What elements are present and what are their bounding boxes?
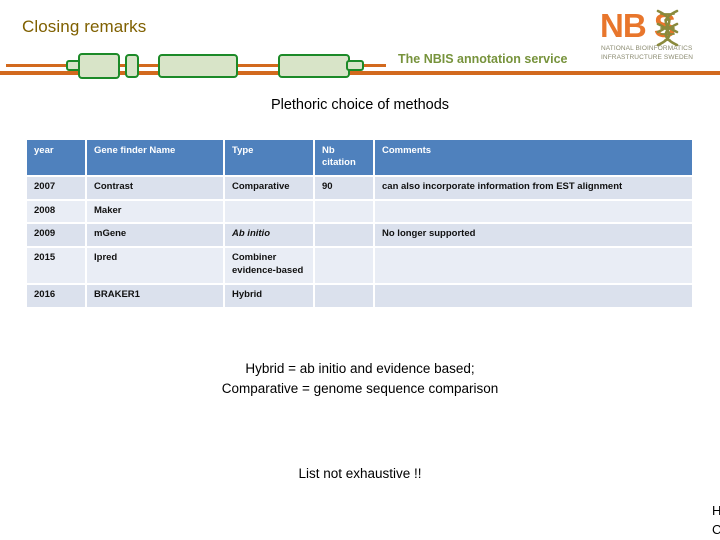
gene-model-exon-3 <box>158 54 238 78</box>
table-row: 2008 Maker <box>27 200 692 223</box>
cell-comments: can also incorporate information from ES… <box>375 176 692 199</box>
cell-nb-citation <box>315 248 373 283</box>
gene-model-exon-2 <box>125 54 139 78</box>
cell-type: Comparative <box>225 176 313 199</box>
clipped-corner-text: H C <box>712 502 720 540</box>
nbis-tagline: NATIONAL BIOINFORMATICS INFRASTRUCTURE S… <box>601 45 693 62</box>
cell-comments <box>375 284 692 307</box>
cell-type: Combiner evidence-based <box>225 248 313 283</box>
cell-type: Hybrid <box>225 284 313 307</box>
cell-comments: No longer supported <box>375 224 692 247</box>
gene-finder-methods-table: year Gene finder Name Type Nb citation C… <box>25 138 694 309</box>
cell-nb-citation <box>315 200 373 223</box>
column-header-gene-finder: Gene finder Name <box>87 140 223 175</box>
cell-comments <box>375 200 692 223</box>
nbis-logo: NB S NATIONAL BIOINFORMATICS INFRASTRUCT… <box>600 8 716 68</box>
legend-note: Hybrid = ab initio and evidence based; C… <box>0 359 720 398</box>
clipped-corner-line1: H <box>712 503 720 518</box>
gene-model-exon-1 <box>78 53 120 79</box>
cell-nb-citation <box>315 284 373 307</box>
gene-model-utr-right <box>346 60 364 71</box>
cell-year: 2015 <box>27 248 85 283</box>
list-not-exhaustive-note: List not exhaustive !! <box>298 466 422 481</box>
cell-year: 2008 <box>27 200 85 223</box>
cell-comments <box>375 248 692 283</box>
table-header: year Gene finder Name Type Nb citation C… <box>27 140 692 175</box>
cell-year: 2007 <box>27 176 85 199</box>
legend-note-line1: Hybrid = ab initio and evidence based; <box>245 361 475 376</box>
gene-model-exon-4 <box>278 54 350 78</box>
cell-gene-finder-name: Maker <box>87 200 223 223</box>
column-header-year: year <box>27 140 85 175</box>
dna-helix-icon <box>656 9 679 47</box>
cell-gene-finder-name: mGene <box>87 224 223 247</box>
header-subtitle: The NBIS annotation service <box>398 52 568 66</box>
column-header-type: Type <box>225 140 313 175</box>
cell-nb-citation: 90 <box>315 176 373 199</box>
cell-type <box>225 200 313 223</box>
table-row: 2016 BRAKER1 Hybrid <box>27 284 692 307</box>
cell-type: Ab initio <box>225 224 313 247</box>
legend-note-line2: Comparative = genome sequence comparison <box>221 380 499 396</box>
clipped-corner-line2: C <box>712 521 720 537</box>
section-heading: Plethoric choice of methods <box>270 97 450 113</box>
page-title: Closing remarks <box>22 17 147 36</box>
cell-year: 2009 <box>27 224 85 247</box>
gene-model-diagram <box>6 49 386 83</box>
column-header-comments: Comments <box>375 140 692 175</box>
cell-gene-finder-name: Ipred <box>87 248 223 283</box>
table-row: 2007 Contrast Comparative 90 can also incorp… <box>27 176 692 199</box>
cell-nb-citation <box>315 224 373 247</box>
table-row: 2009 mGene Ab initio No longer supported <box>27 224 692 247</box>
cell-gene-finder-name: BRAKER1 <box>87 284 223 307</box>
cell-year: 2016 <box>27 284 85 307</box>
table-body: 2007 Contrast Comparative 90 can also incorp… <box>27 176 692 307</box>
column-header-nb-citation: Nb citation <box>315 140 373 175</box>
cell-gene-finder-name: Contrast <box>87 176 223 199</box>
table-row: 2015 Ipred Combiner evidence-based <box>27 248 692 283</box>
nbis-tagline-line1: NATIONAL BIOINFORMATICS <box>601 45 693 52</box>
nbis-tagline-line2: INFRASTRUCTURE SWEDEN <box>601 53 694 61</box>
table-header-row: year Gene finder Name Type Nb citation C… <box>27 140 692 175</box>
